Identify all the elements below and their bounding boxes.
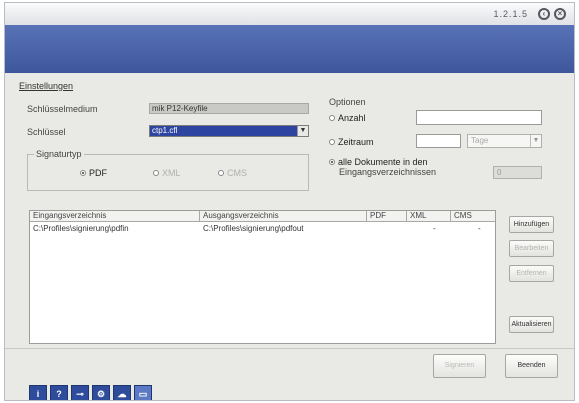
settings-title: Einstellungen: [19, 81, 74, 91]
radio-cms[interactable]: CMS: [218, 168, 247, 178]
divider: [5, 348, 574, 349]
radio-time-dot[interactable]: [329, 139, 335, 145]
col-header-cms[interactable]: CMS: [451, 211, 495, 222]
sign-button[interactable]: Signieren: [433, 354, 486, 378]
all-docs-count: 0: [493, 166, 542, 179]
add-button[interactable]: Hinzufügen: [509, 216, 554, 233]
key-select[interactable]: ctp1.cfl ▼: [149, 125, 309, 137]
options-title: Optionen: [329, 97, 366, 107]
app-window: 1.2.1.5 ‹ × Einstellungen Schlüsselmediu…: [4, 2, 575, 401]
cell-xml: -: [433, 224, 436, 233]
cell-pdf: [385, 224, 400, 234]
cell-output-dir: C:\Profiles\signierung\pdfout: [203, 224, 304, 233]
help-icon[interactable]: ?: [50, 385, 68, 400]
time-input[interactable]: [416, 134, 461, 148]
radio-pdf-dot[interactable]: [80, 170, 86, 176]
radio-count[interactable]: Anzahl: [329, 113, 366, 123]
minimize-icon[interactable]: ‹: [538, 8, 550, 20]
settings-icon[interactable]: ⚙: [92, 385, 110, 400]
chevron-down-icon[interactable]: ▼: [530, 135, 541, 147]
header-banner: [5, 25, 574, 73]
time-unit-value: Tage: [471, 136, 489, 145]
radio-xml-dot[interactable]: [153, 170, 159, 176]
bottom-toolbar: i ? ⊸ ⚙ ☁ ▭: [29, 385, 152, 400]
radio-pdf-label: PDF: [89, 168, 107, 178]
time-unit-select[interactable]: Tage ▼: [467, 134, 542, 148]
col-header-input-dir[interactable]: Eingangsverzeichnis: [30, 211, 200, 222]
window-icon[interactable]: ▭: [134, 385, 152, 400]
signature-type-group: Signaturtyp PDF XML CMS: [27, 149, 309, 191]
info-icon[interactable]: i: [29, 385, 47, 400]
radio-time-label: Zeitraum: [338, 137, 374, 147]
radio-count-label: Anzahl: [338, 113, 366, 123]
col-header-output-dir[interactable]: Ausgangsverzeichnis: [200, 211, 367, 222]
key-medium-label: Schlüsselmedium: [27, 104, 98, 114]
delete-button[interactable]: Entfernen: [509, 265, 554, 282]
col-header-pdf[interactable]: PDF: [367, 211, 407, 222]
version-label: 1.2.1.5: [493, 9, 528, 19]
radio-xml[interactable]: XML: [153, 168, 181, 178]
radio-cms-label: CMS: [227, 168, 247, 178]
key-label: Schlüssel: [27, 127, 66, 137]
close-icon[interactable]: ×: [554, 8, 566, 20]
radio-cms-dot[interactable]: [218, 170, 224, 176]
signature-type-title: Signaturtyp: [34, 149, 84, 159]
cloud-icon[interactable]: ☁: [113, 385, 131, 400]
quit-button[interactable]: Beenden: [505, 354, 558, 378]
main-content: Einstellungen Schlüsselmedium mik P12-Ke…: [5, 73, 574, 400]
chevron-down-icon[interactable]: ▼: [297, 126, 308, 136]
radio-all-docs-dot[interactable]: [329, 159, 335, 165]
radio-pdf[interactable]: PDF: [80, 168, 107, 178]
count-input[interactable]: [416, 110, 542, 125]
edit-button[interactable]: Bearbeiten: [509, 240, 554, 257]
cell-cms: -: [478, 224, 481, 233]
radio-all-docs-label: alle Dokumente in den: [338, 157, 428, 167]
radio-xml-label: XML: [162, 168, 181, 178]
key-select-value: ctp1.cfl: [152, 126, 178, 135]
cell-input-dir: C:\Profiles\signierung\pdfin: [33, 224, 129, 233]
all-docs-label-line2: Eingangsverzeichnissen: [339, 167, 437, 177]
refresh-button[interactable]: Aktualisieren: [509, 316, 554, 333]
radio-count-dot[interactable]: [329, 115, 335, 121]
radio-time[interactable]: Zeitraum: [329, 137, 374, 147]
key-medium-field[interactable]: mik P12-Keyfile: [149, 103, 309, 114]
title-bar[interactable]: 1.2.1.5 ‹ ×: [5, 3, 574, 25]
col-header-xml[interactable]: XML: [407, 211, 451, 222]
directory-table[interactable]: Eingangsverzeichnis Ausgangsverzeichnis …: [29, 210, 496, 344]
radio-all-docs[interactable]: alle Dokumente in den: [329, 157, 428, 167]
key-icon[interactable]: ⊸: [71, 385, 89, 400]
